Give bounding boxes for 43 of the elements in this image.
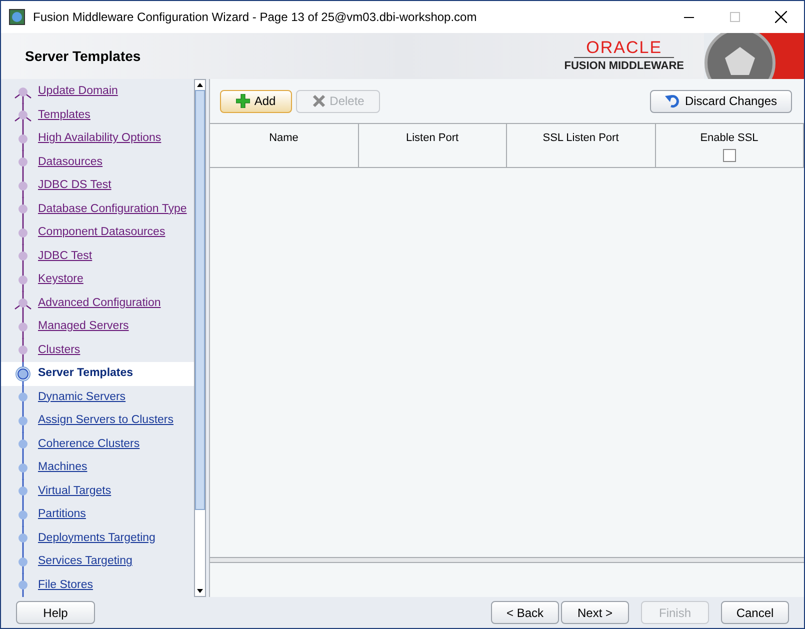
brand-logo: ORACLE	[574, 38, 674, 58]
add-button[interactable]: Add	[220, 90, 292, 112]
step-link[interactable]: Assign Servers to Clusters	[38, 412, 174, 430]
step-marker-icon	[12, 291, 34, 316]
step-link[interactable]: Deployments Targeting	[38, 530, 156, 547]
dialog-button[interactable]: Next >	[561, 601, 629, 624]
java-app-icon	[9, 9, 25, 25]
discard-changes-button[interactable]: Discard Changes	[650, 90, 792, 112]
step-link[interactable]: Services Targeting	[38, 553, 132, 570]
step-link[interactable]: Virtual Targets	[38, 482, 112, 500]
column-header[interactable]: SSL Listen Port	[507, 124, 656, 167]
column-header[interactable]: Listen Port	[358, 124, 507, 167]
step-marker-icon	[12, 103, 34, 128]
step-link[interactable]: File Stores	[38, 576, 93, 594]
delete-x-icon	[312, 94, 326, 108]
dialog-button[interactable]: < Back	[491, 601, 559, 624]
step-link[interactable]: Templates	[38, 106, 90, 124]
product-name: FUSION MIDDLEWARE	[564, 58, 684, 74]
undo-arrow-icon	[664, 94, 681, 108]
step-link[interactable]: Database Configuration Type	[38, 200, 187, 218]
step-link[interactable]: Update Domain	[38, 83, 118, 100]
step-link[interactable]: Clusters	[38, 342, 80, 359]
step-link[interactable]: Coherence Clusters	[38, 436, 140, 453]
step-link[interactable]: Dynamic Servers	[38, 388, 126, 406]
step-link[interactable]: Machines	[38, 459, 88, 476]
step-link[interactable]: Component Datasources	[38, 224, 166, 242]
step-link[interactable]: High Availability Options	[38, 130, 162, 148]
step-link[interactable]: Datasources	[38, 154, 103, 171]
dialog-button[interactable]: Help	[16, 601, 95, 624]
step-link[interactable]: JDBC Test	[38, 248, 92, 265]
step-link[interactable]: Keystore	[38, 271, 84, 288]
step-link[interactable]: JDBC DS Test	[38, 177, 112, 194]
step-link[interactable]: Advanced Configuration	[38, 294, 161, 312]
plus-icon	[236, 94, 250, 108]
step-link[interactable]: Managed Servers	[38, 318, 129, 336]
dialog-button[interactable]: Cancel	[721, 601, 789, 624]
page-heading: Server Templates	[25, 46, 141, 66]
window-title: Fusion Middleware Configuration Wizard - Page 13 of 25@vm03.dbi-workshop.com	[33, 9, 477, 26]
scrollbar[interactable]	[194, 79, 206, 597]
column-header[interactable]: Name	[210, 124, 358, 167]
step-link[interactable]: Partitions	[38, 506, 86, 524]
column-header[interactable]: Enable SSL	[656, 124, 804, 167]
checkbox[interactable]	[722, 148, 736, 162]
